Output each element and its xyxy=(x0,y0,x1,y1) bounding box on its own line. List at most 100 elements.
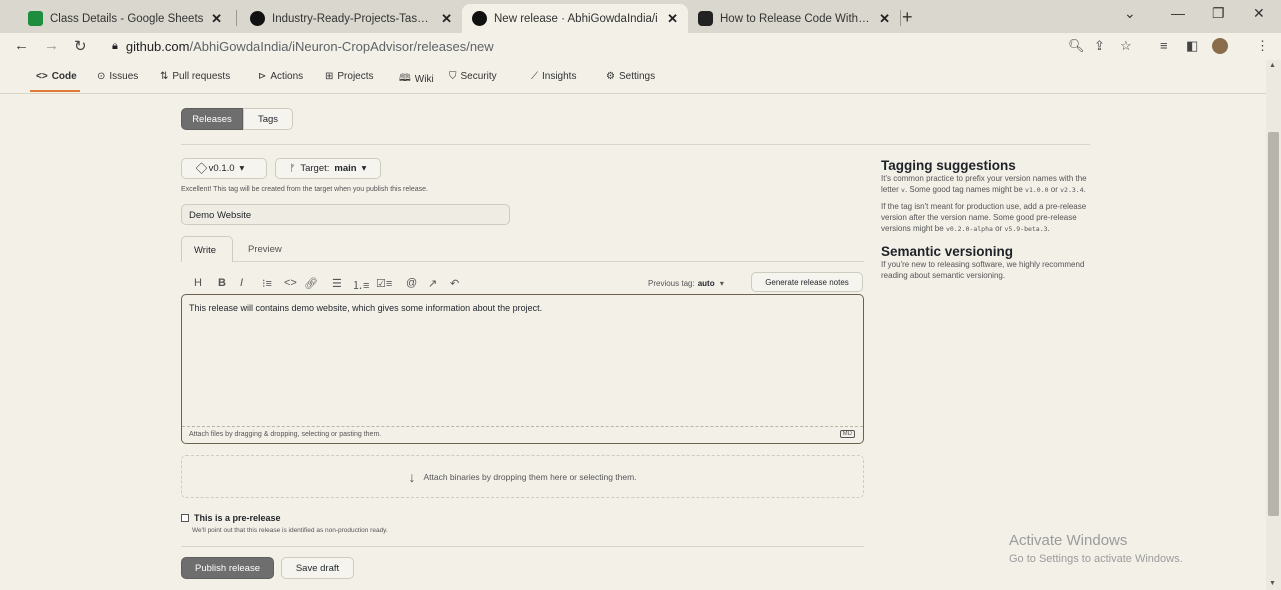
github-icon xyxy=(472,11,487,26)
close-tab-icon[interactable]: ✕ xyxy=(879,11,890,27)
table-icon: ⊞ xyxy=(325,71,334,82)
close-tab-icon[interactable]: ✕ xyxy=(441,11,452,27)
address-bar[interactable]: 🔒︎ github.com/AbhiGowdaIndia/iNeuron-Cro… xyxy=(112,36,1072,57)
tagging-suggestions-text: It's common practice to prefix your vers… xyxy=(881,174,1087,194)
publish-release-button[interactable]: Publish release xyxy=(181,557,274,579)
minimize-icon[interactable]: — xyxy=(1171,5,1185,21)
repo-nav: <> Code ⊙ Issues ⇅ Pull requests ⊳ Actions ⊞… xyxy=(0,62,1281,94)
reading-list-icon[interactable]: ≡ xyxy=(1160,38,1168,53)
tags-tab[interactable]: Tags xyxy=(243,108,293,130)
semantic-versioning-title: Semantic versioning xyxy=(881,244,1014,259)
tab-search-icon[interactable]: ⌄ xyxy=(1124,5,1136,22)
release-sidebar: Tagging suggestions It's common practice… xyxy=(881,158,1091,281)
numbered-list-icon[interactable]: ⒈≡ xyxy=(352,277,369,293)
italic-icon[interactable]: I xyxy=(240,277,243,289)
prerelease-checkbox[interactable] xyxy=(181,514,189,522)
lock-icon: 🔒︎ xyxy=(112,40,118,52)
activate-windows-subtitle: Go to Settings to activate Windows. xyxy=(1009,553,1183,565)
shield-icon: ⛉ xyxy=(449,71,457,82)
attach-binaries-dropzone[interactable]: ↓ Attach binaries by dropping them here … xyxy=(181,455,864,498)
target-branch-button[interactable]: ᚠ Target: main ▾ xyxy=(275,158,381,179)
forward-icon[interactable]: → xyxy=(44,37,59,54)
youtube-icon xyxy=(698,11,713,26)
semantic-versioning-text: If you're new to releasing software, we … xyxy=(881,260,1085,280)
release-body-editor[interactable]: This release will contains demo website,… xyxy=(181,294,864,444)
repo-tab-settings[interactable]: ⚙︎ Settings xyxy=(606,71,655,82)
browser-tab-industry-ready[interactable]: Industry-Ready-Projects-Tasks/A ✕ xyxy=(240,4,462,33)
github-icon xyxy=(250,11,265,26)
profile-avatar[interactable] xyxy=(1212,38,1228,54)
prerelease-suggestions-text: If the tag isn't meant for production us… xyxy=(881,202,1087,233)
mention-icon[interactable]: @ xyxy=(406,277,417,289)
scroll-up-icon[interactable]: ▲ xyxy=(1269,62,1276,69)
activate-windows-title: Activate Windows xyxy=(1009,532,1128,549)
tagging-suggestions-title: Tagging suggestions xyxy=(881,158,1016,173)
scroll-down-icon[interactable]: ▼ xyxy=(1269,580,1276,587)
browser-tab-strip: Class Details - Google Sheets ✕ Industry… xyxy=(0,0,1281,33)
repo-tab-actions[interactable]: ⊳ Actions xyxy=(258,71,303,82)
releases-tab[interactable]: Releases xyxy=(181,108,243,130)
markdown-icon: MD xyxy=(839,430,855,438)
close-tab-icon[interactable]: ✕ xyxy=(211,11,222,27)
close-tab-icon[interactable]: ✕ xyxy=(667,11,678,27)
repo-tab-insights[interactable]: ⟋ Insights xyxy=(531,71,576,82)
issue-icon: ⊙ xyxy=(97,71,106,82)
divider xyxy=(181,144,1090,145)
prerelease-note: We'll point out that this release is ide… xyxy=(192,527,388,534)
code-icon: <> xyxy=(36,71,48,82)
browser-tab-new-release[interactable]: New release · AbhiGowdaIndia/i ✕ xyxy=(462,4,688,33)
bold-icon[interactable]: B xyxy=(218,277,226,289)
generate-release-notes-button[interactable]: Generate release notes xyxy=(751,272,863,292)
share-icon[interactable]: ⇪ xyxy=(1094,38,1105,54)
undo-reply-icon[interactable]: ↶ xyxy=(450,277,459,290)
repo-tab-projects[interactable]: ⊞ Projects xyxy=(325,71,374,82)
write-tab[interactable]: Write xyxy=(181,236,233,262)
window-close-icon[interactable]: ✕ xyxy=(1253,5,1265,22)
zoom-icon[interactable]: 🔍︎ xyxy=(1068,38,1085,54)
divider xyxy=(181,546,864,547)
caret-down-icon: ▾ xyxy=(717,279,724,288)
bulleted-list-icon[interactable]: ☰ xyxy=(332,277,342,290)
restore-icon[interactable]: ❐ xyxy=(1212,5,1225,22)
reload-icon[interactable]: ↻ xyxy=(74,37,87,55)
new-tab-icon[interactable]: + xyxy=(902,7,913,28)
caret-down-icon: ▾ xyxy=(361,163,367,174)
scrollbar-thumb[interactable] xyxy=(1268,132,1279,516)
browser-tab-google-sheets[interactable]: Class Details - Google Sheets ✕ xyxy=(18,4,232,33)
book-icon: 🕮︎ xyxy=(399,73,411,84)
release-title-input[interactable]: Demo Website xyxy=(181,204,510,225)
selected-tab-underline xyxy=(30,90,80,92)
branch-icon: ᚠ xyxy=(289,163,296,174)
repo-tab-code[interactable]: <> Code xyxy=(36,71,77,82)
gear-icon: ⚙︎ xyxy=(606,71,615,82)
pull-request-icon: ⇅ xyxy=(160,71,169,82)
caret-down-icon: ▾ xyxy=(239,163,245,174)
task-list-icon[interactable]: ☑≡ xyxy=(376,277,392,290)
quote-icon[interactable]: ⁝≡ xyxy=(262,277,272,290)
back-icon[interactable]: ← xyxy=(14,37,29,54)
side-panel-icon[interactable]: ◧ xyxy=(1186,38,1198,54)
address-toolbar: ← → ↻ 🔒︎ github.com/AbhiGowdaIndia/iNeur… xyxy=(0,33,1281,60)
release-body-text[interactable]: This release will contains demo website,… xyxy=(189,303,542,313)
repo-tab-issues[interactable]: ⊙ Issues xyxy=(97,71,138,82)
preview-tab[interactable]: Preview xyxy=(248,244,282,255)
prerelease-checkbox-row[interactable]: This is a pre-release xyxy=(181,513,281,523)
divider xyxy=(233,261,864,262)
repo-tab-security[interactable]: ⛉ Security xyxy=(449,71,497,82)
repo-tab-pull-requests[interactable]: ⇅ Pull requests xyxy=(160,71,230,82)
menu-kebab-icon[interactable]: ⋮ xyxy=(1256,38,1269,54)
repo-tab-wiki[interactable]: 🕮︎ Wiki xyxy=(399,71,434,88)
heading-icon[interactable]: H xyxy=(194,277,202,289)
save-draft-button[interactable]: Save draft xyxy=(281,557,354,579)
code-icon[interactable]: <> xyxy=(284,277,297,289)
browser-tab-youtube[interactable]: How to Release Code With Githu ✕ xyxy=(688,4,900,33)
attach-files-bar[interactable]: Attach files by dragging & dropping, sel… xyxy=(182,426,863,443)
link-icon[interactable]: 🔗︎ xyxy=(304,277,318,290)
bookmark-star-icon[interactable]: ☆ xyxy=(1120,38,1132,54)
reference-icon[interactable]: ↗ xyxy=(428,277,437,290)
choose-tag-button[interactable]: ⃟v0.1.0▾ xyxy=(181,158,267,179)
previous-tag-select[interactable]: Previous tag: auto ▾ xyxy=(648,279,724,288)
sheets-icon xyxy=(28,11,43,26)
play-icon: ⊳ xyxy=(258,71,267,82)
tag-note: Excellent! This tag will be created from… xyxy=(181,186,428,193)
